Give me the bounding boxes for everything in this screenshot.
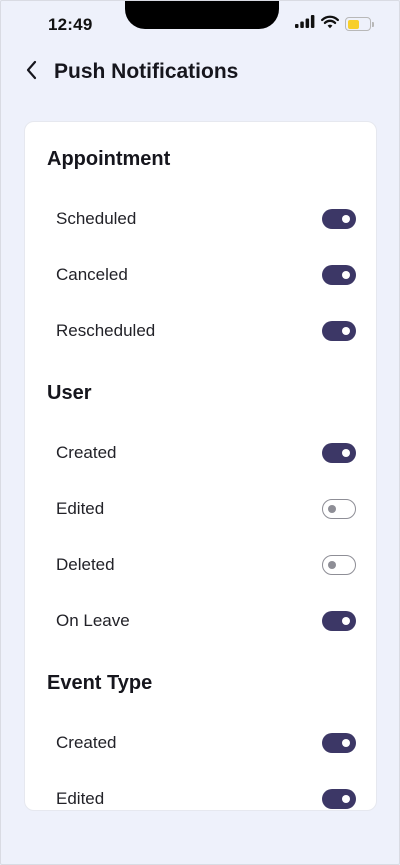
setting-label: On Leave bbox=[56, 611, 130, 630]
battery-level bbox=[347, 19, 360, 29]
screen: 12:49 Push Notifications Appointment Sch… bbox=[0, 0, 400, 865]
camera-notch bbox=[125, 1, 279, 29]
status-bar: 12:49 bbox=[1, 1, 399, 47]
chevron-left-icon bbox=[24, 59, 38, 86]
setting-row-appointment-rescheduled[interactable]: Rescheduled bbox=[25, 311, 376, 351]
toggle-switch[interactable] bbox=[322, 789, 356, 809]
status-icons bbox=[295, 15, 374, 34]
setting-row-user-created[interactable]: Created bbox=[25, 433, 376, 473]
header: Push Notifications bbox=[1, 57, 399, 87]
setting-row-event-type-edited[interactable]: Edited bbox=[25, 779, 376, 810]
section-title-event-type: Event Type bbox=[47, 672, 153, 694]
status-time: 12:49 bbox=[48, 15, 93, 34]
setting-label: Rescheduled bbox=[56, 321, 156, 340]
notifications-card: Appointment Scheduled Canceled Reschedul… bbox=[24, 121, 377, 811]
toggle-switch[interactable] bbox=[322, 265, 356, 285]
setting-row-appointment-canceled[interactable]: Canceled bbox=[25, 255, 376, 295]
setting-label: Created bbox=[56, 733, 117, 752]
toggle-switch[interactable] bbox=[322, 733, 356, 753]
setting-label: Canceled bbox=[56, 265, 128, 284]
section-title-appointment: Appointment bbox=[47, 148, 171, 170]
setting-label: Scheduled bbox=[56, 209, 137, 228]
toggle-switch[interactable] bbox=[322, 555, 356, 575]
setting-row-user-on-leave[interactable]: On Leave bbox=[25, 601, 376, 641]
setting-label: Edited bbox=[56, 499, 105, 518]
page-title: Push Notifications bbox=[54, 60, 239, 83]
toggle-switch[interactable] bbox=[322, 209, 356, 229]
setting-row-user-deleted[interactable]: Deleted bbox=[25, 545, 376, 585]
cellular-signal-icon bbox=[295, 15, 315, 33]
setting-label: Edited bbox=[56, 789, 105, 808]
wifi-icon bbox=[321, 15, 339, 34]
section-title-user: User bbox=[47, 382, 92, 404]
back-button[interactable] bbox=[19, 57, 43, 87]
toggle-switch[interactable] bbox=[322, 443, 356, 463]
toggle-switch[interactable] bbox=[322, 611, 356, 631]
setting-row-appointment-scheduled[interactable]: Scheduled bbox=[25, 199, 376, 239]
setting-row-event-type-created[interactable]: Created bbox=[25, 723, 376, 763]
setting-label: Deleted bbox=[56, 555, 115, 574]
toggle-switch[interactable] bbox=[322, 499, 356, 519]
toggle-switch[interactable] bbox=[322, 321, 356, 341]
setting-label: Created bbox=[56, 443, 117, 462]
setting-row-user-edited[interactable]: Edited bbox=[25, 489, 376, 529]
battery-icon bbox=[345, 17, 374, 31]
